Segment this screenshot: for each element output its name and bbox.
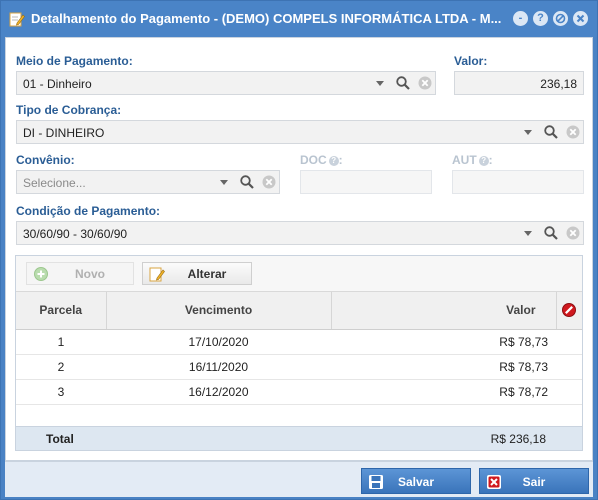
col-delete[interactable] (556, 292, 582, 330)
payment-dialog: Detalhamento do Pagamento - (DEMO) COMPE… (0, 0, 598, 500)
cell-parcela: 2 (16, 354, 106, 380)
search-icon[interactable] (543, 124, 559, 140)
search-icon[interactable] (395, 75, 411, 91)
col-parcela[interactable]: Parcela (16, 292, 107, 330)
doc-label-text: DOC (300, 153, 327, 167)
help-circle-icon: ? (328, 155, 339, 166)
alterar-label: Alterar (187, 267, 227, 281)
valor-value: 236,18 (540, 77, 577, 91)
table-header-row: Parcela Vencimento Valor (16, 292, 582, 330)
salvar-label: Salvar (397, 475, 435, 489)
sair-label: Sair (522, 475, 546, 489)
cell-empty (556, 329, 582, 355)
table-row[interactable]: 2 16/11/2020 R$ 78,73 (16, 354, 582, 380)
dialog-footer: Salvar Sair (5, 461, 593, 497)
grid-toolbar: Novo Alterar (16, 256, 582, 292)
title-bar[interactable]: Detalhamento do Pagamento - (DEMO) COMPE… (1, 1, 597, 37)
cell-parcela: 1 (16, 329, 106, 355)
valor-label: Valor: (454, 54, 488, 68)
help-icon[interactable]: ? (533, 11, 548, 26)
total-label: Total (46, 432, 74, 446)
condicao-pagamento-value: 30/60/90 - 30/60/90 (23, 227, 128, 241)
table-row[interactable]: 1 17/10/2020 R$ 78,73 (16, 329, 582, 355)
help-glyph: ? (537, 12, 544, 24)
aut-field (452, 170, 584, 194)
restrict-glyph (555, 13, 566, 24)
col-valor[interactable]: Valor (331, 292, 557, 330)
col-vencimento[interactable]: Vencimento (106, 292, 332, 330)
condicao-pagamento-label: Condição de Pagamento: (16, 204, 161, 218)
clear-icon[interactable] (565, 124, 581, 140)
minimize-icon[interactable]: - (513, 11, 528, 26)
chevron-down-icon[interactable] (216, 174, 232, 190)
novo-button[interactable]: Novo (26, 262, 134, 285)
search-icon[interactable] (543, 225, 559, 241)
cell-empty (556, 379, 582, 405)
cell-valor: R$ 78,73 (331, 354, 556, 380)
search-icon[interactable] (239, 174, 255, 190)
tipo-cobranca-label: Tipo de Cobrança: (16, 103, 122, 117)
clear-icon[interactable] (565, 225, 581, 241)
close-glyph (576, 14, 585, 23)
table-row[interactable]: 3 16/12/2020 R$ 78,72 (16, 379, 582, 405)
restrict-icon[interactable] (553, 11, 568, 26)
meio-pagamento-select[interactable]: 01 - Dinheiro (16, 71, 436, 95)
convenio-label: Convênio: (16, 153, 75, 167)
convenio-placeholder: Selecione... (23, 176, 86, 190)
tipo-cobranca-select[interactable]: DI - DINHEIRO (16, 120, 584, 144)
doc-label: DOC?: (300, 153, 343, 167)
aut-label: AUT?: (452, 153, 493, 167)
sair-button[interactable]: Sair (479, 468, 589, 494)
cell-vencimento: 16/11/2020 (106, 354, 331, 380)
meio-pagamento-value: 01 - Dinheiro (23, 77, 92, 91)
novo-label: Novo (75, 267, 105, 281)
parcelas-grid: Novo Alterar Parcela Vencimento Valor 1 … (15, 255, 583, 451)
chevron-down-icon[interactable] (520, 124, 536, 140)
salvar-button[interactable]: Salvar (361, 468, 471, 494)
cell-vencimento: 16/12/2020 (106, 379, 331, 405)
alterar-button[interactable]: Alterar (142, 262, 252, 285)
clear-icon[interactable] (417, 75, 433, 91)
condicao-pagamento-select[interactable]: 30/60/90 - 30/60/90 (16, 221, 584, 245)
cell-empty (556, 354, 582, 380)
delete-column-icon (562, 303, 577, 318)
aut-label-text: AUT (452, 153, 477, 167)
parcelas-table: Parcela Vencimento Valor 1 17/10/2020 R$… (16, 292, 582, 405)
window-title: Detalhamento do Pagamento - (DEMO) COMPE… (31, 11, 502, 26)
cell-valor: R$ 78,72 (331, 379, 556, 405)
chevron-down-icon[interactable] (520, 225, 536, 241)
doc-field (300, 170, 432, 194)
cell-parcela: 3 (16, 379, 106, 405)
help-circle-icon: ? (478, 155, 489, 166)
convenio-select[interactable]: Selecione... (16, 170, 280, 194)
chevron-down-icon[interactable] (372, 75, 388, 91)
total-row: Total R$ 236,18 (16, 426, 582, 450)
minimize-glyph: - (518, 12, 523, 24)
cell-valor: R$ 78,73 (331, 329, 556, 355)
total-value: R$ 236,18 (490, 432, 546, 446)
edit-icon (9, 12, 25, 27)
cell-vencimento: 17/10/2020 (106, 329, 331, 355)
close-icon[interactable] (573, 11, 588, 26)
valor-field[interactable]: 236,18 (454, 71, 584, 95)
meio-pagamento-label: Meio de Pagamento: (16, 54, 133, 68)
clear-icon[interactable] (261, 174, 277, 190)
tipo-cobranca-value: DI - DINHEIRO (23, 126, 105, 140)
